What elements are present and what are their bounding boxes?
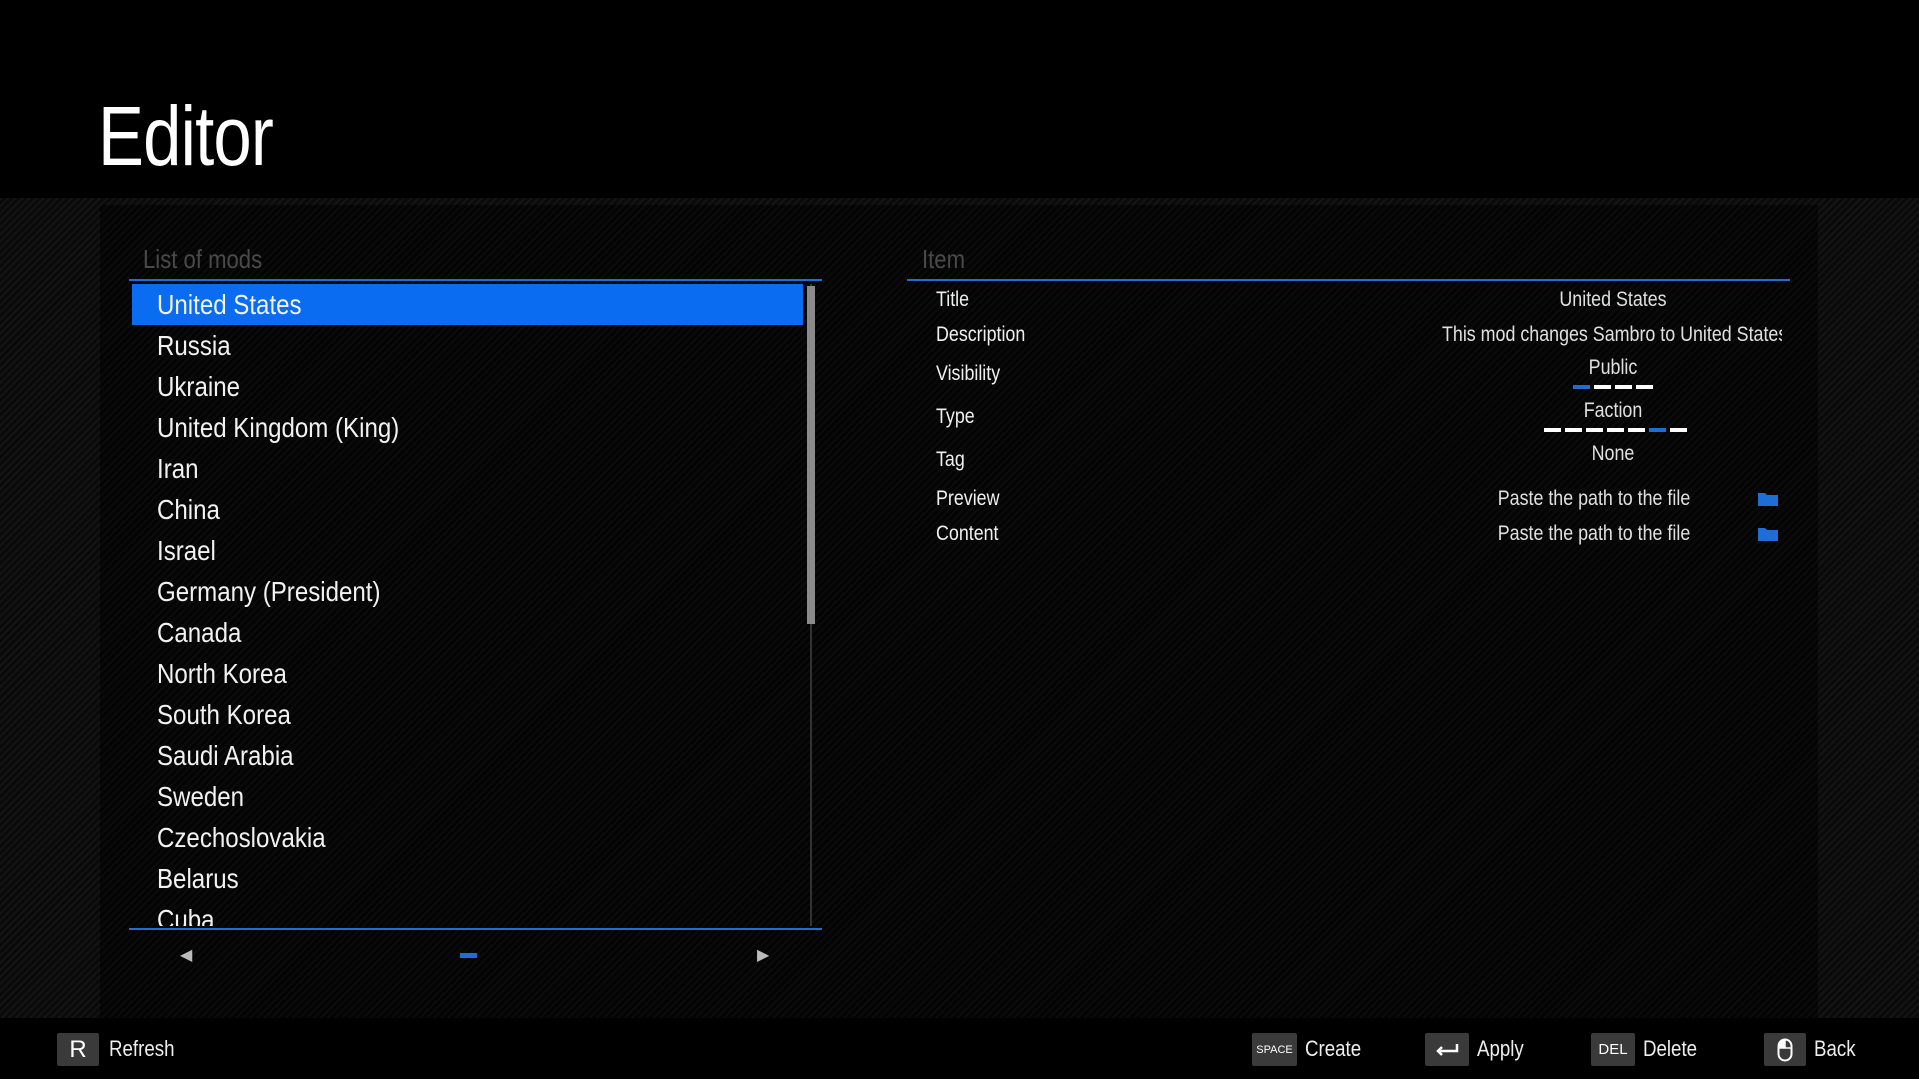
mod-list-item-label: Sweden (157, 781, 245, 812)
mod-list-item[interactable]: North Korea (132, 653, 803, 694)
mod-list-item[interactable]: Belarus (132, 858, 803, 899)
mod-list-item[interactable]: Cuba (132, 899, 803, 926)
list-scroll-thumb[interactable] (807, 286, 815, 624)
mod-list-item-label: Germany (President) (157, 576, 381, 607)
create-key[interactable]: SPACE (1252, 1033, 1297, 1066)
mod-list-item-label: Czechoslovakia (157, 822, 326, 853)
tag-value[interactable]: None (1443, 442, 1783, 466)
mod-list-item[interactable]: Czechoslovakia (132, 817, 803, 858)
selector-dash[interactable] (1586, 428, 1603, 432)
selector-dash[interactable] (1573, 385, 1590, 389)
mod-list-item[interactable]: Russia (132, 325, 803, 366)
mod-list-item-label: Belarus (157, 863, 239, 894)
enter-key-icon[interactable] (1425, 1033, 1469, 1066)
visibility-label: Visibility (936, 362, 1001, 385)
mod-list-item[interactable]: China (132, 489, 803, 530)
refresh-key[interactable]: R (57, 1033, 99, 1066)
mod-list-item-label: Iran (157, 453, 199, 484)
type-selector[interactable] (1544, 428, 1687, 432)
next-page-arrow-icon[interactable]: ▶ (757, 945, 769, 965)
description-label: Description (936, 323, 1026, 346)
selector-dash[interactable] (1670, 428, 1687, 432)
selector-dash[interactable] (1565, 428, 1582, 432)
list-top-divider (129, 279, 822, 281)
mod-list-item-label: United Kingdom (King) (157, 412, 400, 443)
content-folder-icon[interactable] (1758, 526, 1778, 541)
tag-label: Tag (936, 448, 965, 471)
visibility-selector[interactable] (1573, 385, 1653, 389)
page-title: Editor (98, 89, 274, 183)
mod-list-item-label: Canada (157, 617, 242, 648)
mod-list-item[interactable]: Israel (132, 530, 803, 571)
selector-dash[interactable] (1544, 428, 1561, 432)
list-bottom-divider (129, 928, 822, 930)
title-value[interactable]: United States (1443, 288, 1783, 312)
mouse-icon[interactable] (1764, 1033, 1806, 1066)
mod-list[interactable]: United States Russia Ukraine United Kingdom… (132, 284, 803, 926)
mod-list-item[interactable]: Sweden (132, 776, 803, 817)
preview-path-input[interactable]: Paste the path to the file (1424, 487, 1764, 511)
content-path-input[interactable]: Paste the path to the file (1424, 522, 1764, 546)
back-label[interactable]: Back (1814, 1036, 1856, 1062)
mod-list-item-label: United States (157, 289, 302, 320)
description-value[interactable]: This mod changes Sambro to United States… (1442, 323, 1782, 347)
mod-list-item[interactable]: Saudi Arabia (132, 735, 803, 776)
create-label[interactable]: Create (1305, 1036, 1361, 1062)
refresh-label[interactable]: Refresh (109, 1036, 174, 1062)
mod-list-item-label: Israel (157, 535, 216, 566)
list-panel-label: List of mods (143, 244, 263, 274)
mod-list-item-label: Saudi Arabia (157, 740, 294, 771)
mod-list-item-label: South Korea (157, 699, 291, 730)
preview-folder-icon[interactable] (1758, 491, 1778, 506)
mod-list-item-label: China (157, 494, 220, 525)
item-panel-label: Item (922, 244, 965, 274)
content-label: Content (936, 522, 999, 545)
selector-dash[interactable] (1628, 428, 1645, 432)
mod-list-item[interactable]: Canada (132, 612, 803, 653)
selector-dash[interactable] (1636, 385, 1653, 389)
mod-list-item-label: Ukraine (157, 371, 240, 402)
type-label: Type (936, 405, 975, 428)
mod-list-item-label: North Korea (157, 658, 287, 689)
mod-list-item[interactable]: United Kingdom (King) (132, 407, 803, 448)
mod-list-item[interactable]: United States (132, 284, 803, 325)
mod-list-item-label: Cuba (157, 904, 215, 926)
mod-list-item-label: Russia (157, 330, 231, 361)
type-value[interactable]: Faction (1443, 399, 1783, 423)
preview-label: Preview (936, 487, 1000, 510)
mod-list-item[interactable]: Iran (132, 448, 803, 489)
selector-dash[interactable] (1594, 385, 1611, 389)
selector-dash[interactable] (1607, 428, 1624, 432)
title-label: Title (936, 288, 970, 311)
mod-list-item[interactable]: South Korea (132, 694, 803, 735)
apply-label[interactable]: Apply (1477, 1036, 1524, 1062)
delete-key[interactable]: DEL (1591, 1033, 1635, 1066)
visibility-value[interactable]: Public (1443, 356, 1783, 380)
mod-list-item[interactable]: Germany (President) (132, 571, 803, 612)
page-indicator[interactable] (460, 953, 477, 958)
item-top-divider (907, 279, 1790, 281)
selector-dash[interactable] (1649, 428, 1666, 432)
selector-dash[interactable] (1615, 385, 1632, 389)
prev-page-arrow-icon[interactable]: ◀ (180, 945, 192, 965)
mod-list-item[interactable]: Ukraine (132, 366, 803, 407)
delete-label[interactable]: Delete (1643, 1036, 1697, 1062)
